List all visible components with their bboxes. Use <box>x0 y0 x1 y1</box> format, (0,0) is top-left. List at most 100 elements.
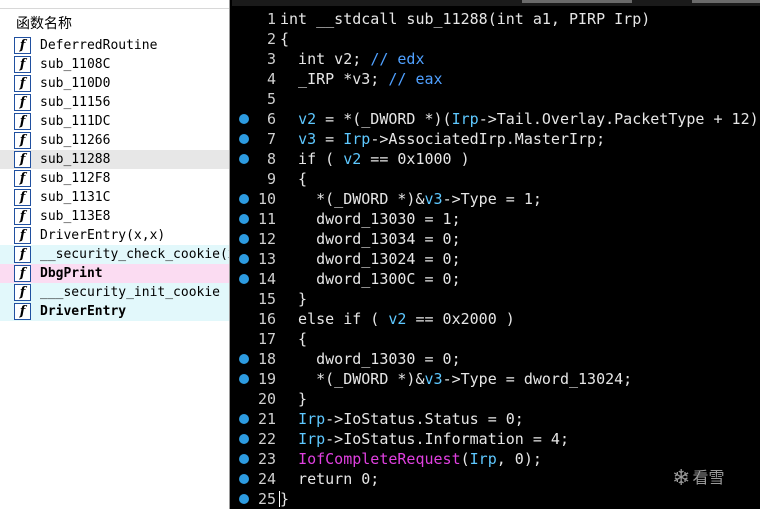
code-text: int v2; // edx <box>280 49 424 69</box>
code-token: if ( <box>280 150 344 168</box>
breakpoint-dot-icon[interactable] <box>239 354 249 364</box>
function-item-label: DeferredRoutine <box>40 38 158 53</box>
function-item[interactable]: f sub_11266 <box>0 131 229 150</box>
function-name-column-header[interactable]: 函数名称 <box>0 9 229 35</box>
function-icon: f <box>14 56 31 73</box>
code-text: v2 = *(_DWORD *)(Irp->Tail.Overlay.Packe… <box>280 109 760 129</box>
code-text: } <box>280 289 307 309</box>
breakpoint-dot-icon[interactable] <box>239 234 249 244</box>
function-item[interactable]: f sub_11288 <box>0 150 229 169</box>
breakpoint-dot-icon[interactable] <box>239 474 249 484</box>
code-token: Irp <box>298 430 326 448</box>
line-number: 16 <box>257 310 276 328</box>
line-number: 2 <box>266 30 276 48</box>
function-item[interactable]: f sub_1131C <box>0 188 229 207</box>
code-token: dword_13024 = 0; <box>280 250 461 268</box>
function-icon: f <box>14 94 31 111</box>
code-token: v3 <box>424 190 443 208</box>
code-token: v2 <box>343 150 362 168</box>
line-number: 7 <box>266 130 276 148</box>
breakpoint-dot-icon[interactable] <box>239 494 249 504</box>
function-item-label: DriverEntry(x,x) <box>40 228 166 243</box>
breakpoint-dot-icon[interactable] <box>239 154 249 164</box>
code-text: dword_13030 = 0; <box>280 349 461 369</box>
function-icon: f <box>14 132 31 149</box>
code-token: == 0x1000 ) <box>361 150 470 168</box>
code-token: int __stdcall sub_11288(int a1, PIRP Irp… <box>280 10 651 28</box>
code-token: ( <box>460 450 470 468</box>
snowflake-icon: ❄ <box>672 466 691 491</box>
code-token: { <box>280 170 308 188</box>
function-item-label: sub_1131C <box>40 190 111 205</box>
function-item[interactable]: f sub_11156 <box>0 93 229 112</box>
code-text: *(_DWORD *)&v3->Type = dword_13024; <box>280 369 632 389</box>
breakpoint-dot-icon[interactable] <box>239 254 249 264</box>
functions-window-titlebar <box>0 0 229 9</box>
tab[interactable] <box>522 0 632 3</box>
line-number: 21 <box>257 410 276 428</box>
function-item[interactable]: f sub_112F8 <box>0 169 229 188</box>
breakpoint-dot-icon[interactable] <box>239 454 249 464</box>
code-text: } <box>280 389 307 409</box>
function-item[interactable]: f DriverEntry(x,x) <box>0 226 229 245</box>
breakpoint-dot-icon[interactable] <box>239 414 249 424</box>
code-text: return 0; <box>280 469 379 489</box>
code-token: dword_1300C = 0; <box>280 270 461 288</box>
pseudocode-view[interactable]: 1 int __stdcall sub_11288(int a1, PIRP Ir… <box>232 0 760 509</box>
function-icon: f <box>14 113 31 130</box>
line-number: 18 <box>257 350 276 368</box>
function-icon: f <box>14 37 31 54</box>
function-item-label: sub_11288 <box>40 152 111 167</box>
code-token: return 0; <box>280 470 380 488</box>
function-item[interactable]: f sub_113E8 <box>0 207 229 226</box>
function-item[interactable]: f __security_check_cookie(x) <box>0 245 229 264</box>
function-icon: f <box>14 170 31 187</box>
function-item[interactable]: f sub_1108C <box>0 55 229 74</box>
line-number: 8 <box>266 150 276 168</box>
code-token: else if ( <box>280 310 389 328</box>
line-number: 6 <box>266 110 276 128</box>
code-text: Irp->IoStatus.Status = 0; <box>280 409 524 429</box>
code-token: ->IoStatus.Information = 4; <box>325 430 569 448</box>
code-token: v3 <box>424 370 443 388</box>
function-item[interactable]: f ___security_init_cookie <box>0 283 229 302</box>
code-token: dword_13034 = 0; <box>280 230 461 248</box>
breakpoint-dot-icon[interactable] <box>239 214 249 224</box>
function-item[interactable]: f DeferredRoutine <box>0 36 229 55</box>
pseudocode-tab-strip <box>232 0 760 6</box>
breakpoint-dot-icon[interactable] <box>239 274 249 284</box>
line-number: 19 <box>257 370 276 388</box>
function-item-label: DriverEntry <box>40 304 127 319</box>
code-token: = <box>316 130 344 148</box>
function-item[interactable]: f DbgPrint <box>0 264 229 283</box>
function-item[interactable]: f sub_111DC <box>0 112 229 131</box>
tab[interactable] <box>692 0 760 3</box>
code-token: { <box>280 330 308 348</box>
breakpoint-dot-icon[interactable] <box>239 374 249 384</box>
functions-window: 函数名称 f DeferredRoutine f sub_1108C f sub_110D… <box>0 0 230 509</box>
code-text: _IRP *v3; // eax <box>280 69 443 89</box>
breakpoint-dot-icon[interactable] <box>239 194 249 204</box>
code-token: , 0); <box>496 450 542 468</box>
breakpoint-dot-icon[interactable] <box>239 114 249 124</box>
function-item-label: sub_113E8 <box>40 209 111 224</box>
function-item-label: sub_111DC <box>40 114 111 129</box>
code-text: else if ( v2 == 0x2000 ) <box>280 309 515 329</box>
line-number: 10 <box>257 190 276 208</box>
function-list: f DeferredRoutine f sub_1108C f sub_110D0 f sub… <box>0 36 229 321</box>
function-icon: f <box>14 151 31 168</box>
function-item[interactable]: f DriverEntry <box>0 302 229 321</box>
code-token: v3 <box>298 130 317 148</box>
code-text: { <box>280 29 289 49</box>
code-text: if ( v2 == 0x1000 ) <box>280 149 470 169</box>
code-token: { <box>280 30 290 48</box>
function-item-label: __security_check_cookie(x) <box>40 247 229 262</box>
breakpoint-dot-icon[interactable] <box>239 434 249 444</box>
code-text: IofCompleteRequest(Irp, 0); <box>280 449 542 469</box>
breakpoint-dot-icon[interactable] <box>239 134 249 144</box>
function-item[interactable]: f sub_110D0 <box>0 74 229 93</box>
function-item-label: sub_110D0 <box>40 76 111 91</box>
line-number: 22 <box>257 430 276 448</box>
